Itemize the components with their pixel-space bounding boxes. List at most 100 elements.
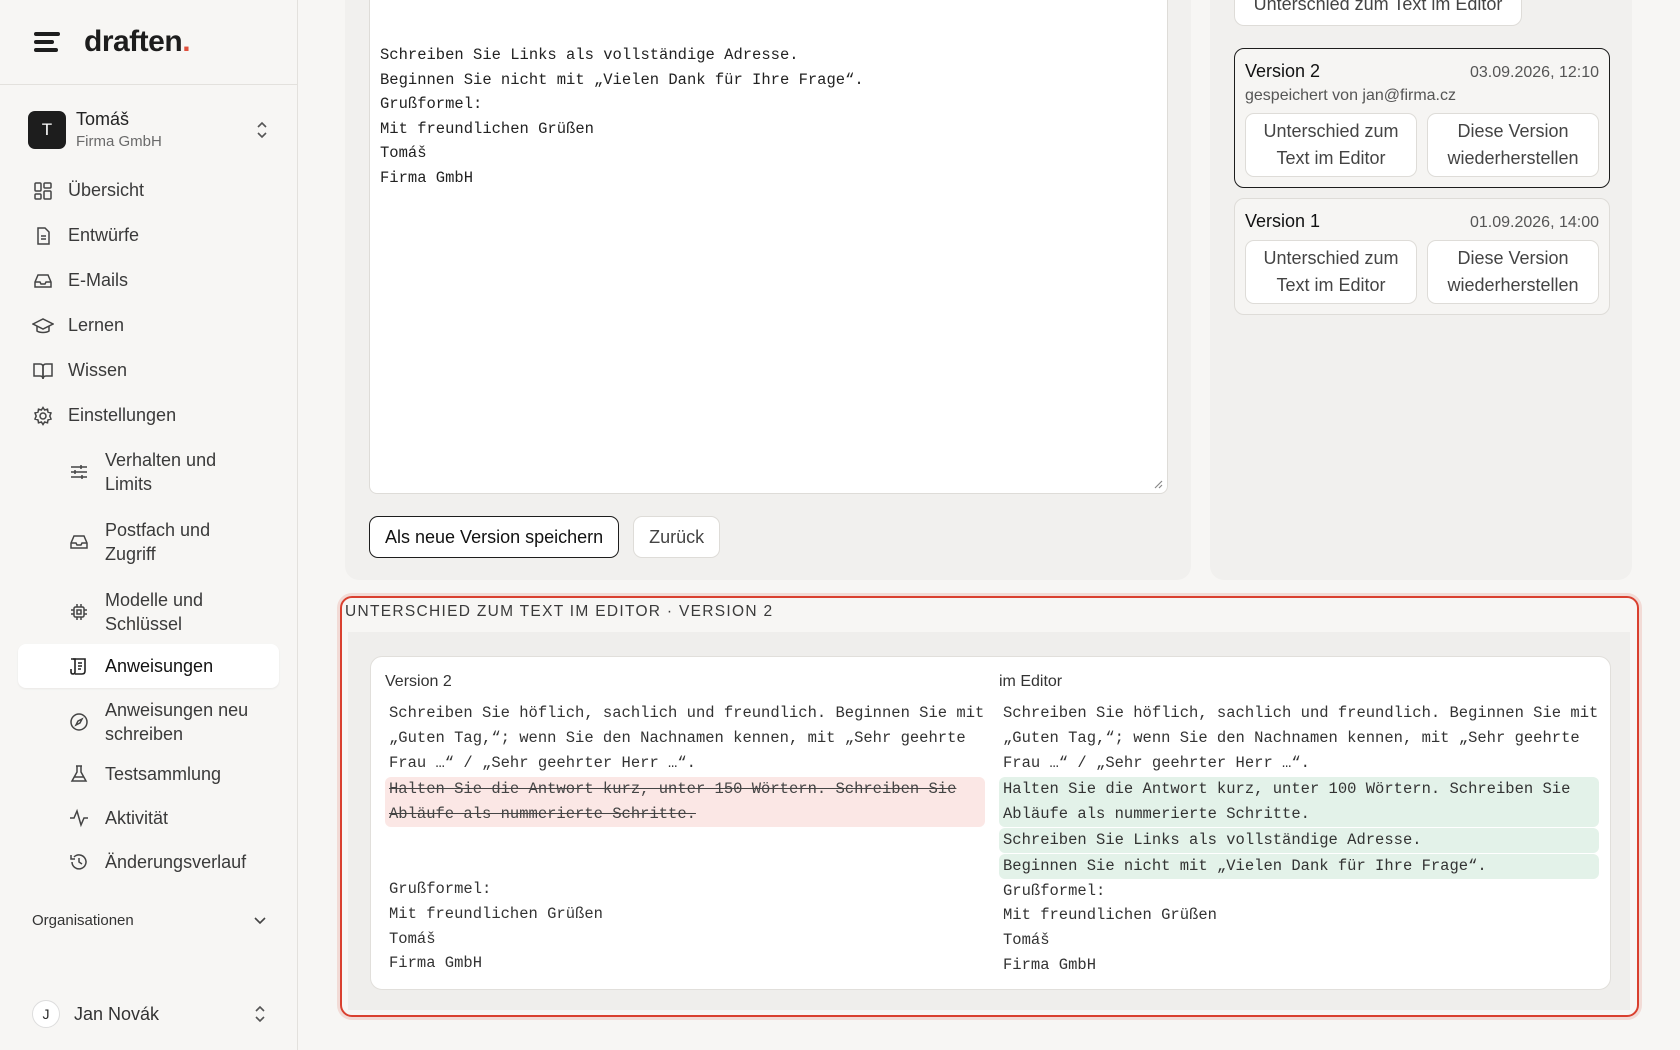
document-icon	[32, 225, 54, 247]
save-new-version-button[interactable]: Als neue Version speichern	[369, 516, 620, 558]
user-name: Jan Novák	[74, 1003, 160, 1024]
account-name: Tomáš	[76, 109, 130, 129]
nav-label: Entwürfe	[68, 225, 140, 245]
nav-label: Testsammlung	[105, 764, 222, 784]
instructions-text: Schreiben Sie Links als vollständige Adr…	[380, 46, 864, 187]
nav-label-line: Limits	[105, 474, 153, 494]
button-label-line: Unterschied zum	[1263, 248, 1399, 268]
diff-line: Grußformel:	[389, 879, 492, 898]
instructions-textarea[interactable]: Schreiben Sie Links als vollständige Adr…	[369, 0, 1168, 494]
version-saved-by: gespeichert von jan@firma.cz	[1245, 87, 1456, 104]
nav-item-overview[interactable]: Übersicht	[0, 168, 297, 213]
diff-column-editor: im Editor Schreiben Sie höflich, sachlic…	[999, 673, 1599, 978]
button-label-line: wiederherstellen	[1447, 148, 1579, 168]
diff-removed-line: Abläufe als nummerierte Schritte.	[389, 805, 696, 824]
versions-card: Unterschied zum Text im Editor Version 2…	[1210, 0, 1632, 580]
nav-item-mailbox-access[interactable]: Postfach und Zugriff	[0, 512, 297, 572]
diff-to-editor-button[interactable]: Unterschied zum Text im Editor	[1245, 113, 1417, 177]
nav-label: Änderungsverlauf	[105, 852, 247, 872]
version-item-2[interactable]: Version 2 03.09.2026, 12:10 gespeichert …	[1234, 48, 1610, 188]
button-label-line: wiederherstellen	[1447, 275, 1579, 295]
diff-added-line: Abläufe als nummerierte Schritte.	[1003, 805, 1310, 824]
inbox-icon	[68, 531, 90, 553]
chevron-down-icon	[253, 916, 267, 926]
main-nav: Übersicht Entwürfe E-Mails Lernen Wissen…	[0, 168, 297, 438]
logo[interactable]: draften.	[84, 25, 191, 59]
diff-to-editor-button[interactable]: Unterschied zum Text im Editor	[1245, 240, 1417, 304]
nav-item-emails[interactable]: E-Mails	[0, 258, 297, 303]
nav-label: E-Mails	[68, 270, 129, 290]
back-button[interactable]: Zurück	[633, 516, 721, 558]
chevron-up-down-icon	[253, 1004, 267, 1024]
nav-label-line: Schlüssel	[105, 614, 183, 634]
nav-item-test-collection[interactable]: Testsammlung	[0, 752, 297, 796]
nav-item-settings[interactable]: Einstellungen	[0, 393, 297, 438]
nav-label: Übersicht	[68, 180, 145, 200]
button-label-line: Text im Editor	[1276, 275, 1386, 295]
diff-section-title: UNTERSCHIED ZUM TEXT IM EDITOR · VERSION…	[345, 603, 790, 621]
organizations-toggle[interactable]: Organisationen	[0, 884, 297, 929]
resize-handle-icon[interactable]	[1153, 479, 1163, 489]
nav-label-line: schreiben	[105, 724, 184, 744]
brand-header: draften.	[0, 0, 297, 85]
diff-added-line: Beginnen Sie nicht mit „Vielen Dank für …	[999, 853, 1599, 879]
account-avatar: T	[28, 110, 66, 149]
diff-line: Schreiben Sie höflich, sachlich und freu…	[1003, 704, 1599, 722]
diff-line: Schreiben Sie höflich, sachlich und freu…	[389, 704, 985, 722]
diff-line: Mit freundlichen Grüßen	[1003, 906, 1217, 925]
chip-icon	[68, 601, 90, 623]
nav-item-models-keys[interactable]: Modelle und Schlüssel	[0, 582, 297, 642]
history-icon	[68, 851, 90, 873]
version-date: 01.09.2026, 14:00	[1469, 214, 1599, 231]
activity-icon	[68, 807, 90, 829]
diff-line: Tomáš	[389, 929, 436, 948]
diff-removed-line: Halten Sie die Antwort kurz, unter 150 W…	[389, 780, 957, 799]
nav-item-behavior-limits[interactable]: Verhalten und Limits	[0, 442, 297, 502]
user-menu[interactable]: J Jan Novák	[32, 1000, 267, 1028]
restore-version-button[interactable]: Diese Version wiederherstellen	[1427, 113, 1599, 177]
user-avatar: J	[32, 1000, 60, 1028]
diff-added-line: Schreiben Sie Links als vollständige Adr…	[999, 827, 1599, 853]
diff-card: Version 2 Schreiben Sie höflich, sachlic…	[370, 656, 1611, 990]
diff-column-version: Version 2 Schreiben Sie höflich, sachlic…	[385, 673, 985, 976]
version-title: Version 2	[1245, 61, 1321, 81]
nav-label-line: Modelle und	[105, 590, 204, 610]
diff-line: Firma GmbH	[389, 954, 483, 973]
nav-item-activity[interactable]: Aktivität	[0, 796, 297, 840]
diff-added-line: Halten Sie die Antwort kurz, unter 100 W…	[1003, 780, 1571, 799]
nav-label: Einstellungen	[68, 405, 177, 425]
nav-item-change-history[interactable]: Änderungsverlauf	[0, 840, 297, 884]
sidebar: draften. T Tomáš Firma GmbH Übersicht En…	[0, 0, 298, 1050]
graduation-cap-icon	[32, 315, 54, 337]
nav-item-knowledge[interactable]: Wissen	[0, 348, 297, 393]
menu-icon[interactable]	[34, 32, 60, 52]
version-title: Version 1	[1245, 211, 1321, 231]
diff-removed-block: Halten Sie die Antwort kurz, unter 150 W…	[385, 777, 985, 827]
nav-label: Anweisungen	[105, 656, 214, 676]
diff-line: „Guten Tag,“; wenn Sie den Nachnamen ken…	[1003, 728, 1580, 747]
nav-item-learn[interactable]: Lernen	[0, 303, 297, 348]
sliders-icon	[68, 461, 90, 483]
diff-to-editor-button[interactable]: Unterschied zum Text im Editor	[1234, 0, 1522, 26]
inbox-icon	[32, 270, 54, 292]
nav-label: Aktivität	[105, 808, 169, 828]
grid-icon	[32, 180, 54, 202]
diff-column-title: Version 2	[385, 673, 452, 690]
nav-label: Wissen	[68, 360, 128, 380]
nav-label-line: Postfach und	[105, 520, 211, 540]
account-switcher[interactable]: T Tomáš Firma GmbH	[0, 85, 297, 168]
nav-item-instructions[interactable]: Anweisungen	[18, 644, 279, 688]
diff-line: Firma GmbH	[1003, 955, 1097, 974]
diff-line: Mit freundlichen Grüßen	[389, 904, 603, 923]
compass-icon	[68, 711, 90, 733]
nav-item-drafts[interactable]: Entwürfe	[0, 213, 297, 258]
instructions-editor-card: Schreiben Sie Links als vollständige Adr…	[345, 0, 1191, 580]
diff-column-title: im Editor	[999, 673, 1063, 690]
account-org: Firma GmbH	[76, 133, 162, 150]
button-label-line: Unterschied zum	[1263, 121, 1399, 141]
gear-icon	[32, 405, 54, 427]
version-item-1[interactable]: Version 1 01.09.2026, 14:00 Unterschied …	[1234, 198, 1610, 315]
chevron-up-down-icon	[255, 120, 269, 140]
nav-item-rewrite-instructions[interactable]: Anweisungen neu schreiben	[0, 692, 297, 752]
restore-version-button[interactable]: Diese Version wiederherstellen	[1427, 240, 1599, 304]
